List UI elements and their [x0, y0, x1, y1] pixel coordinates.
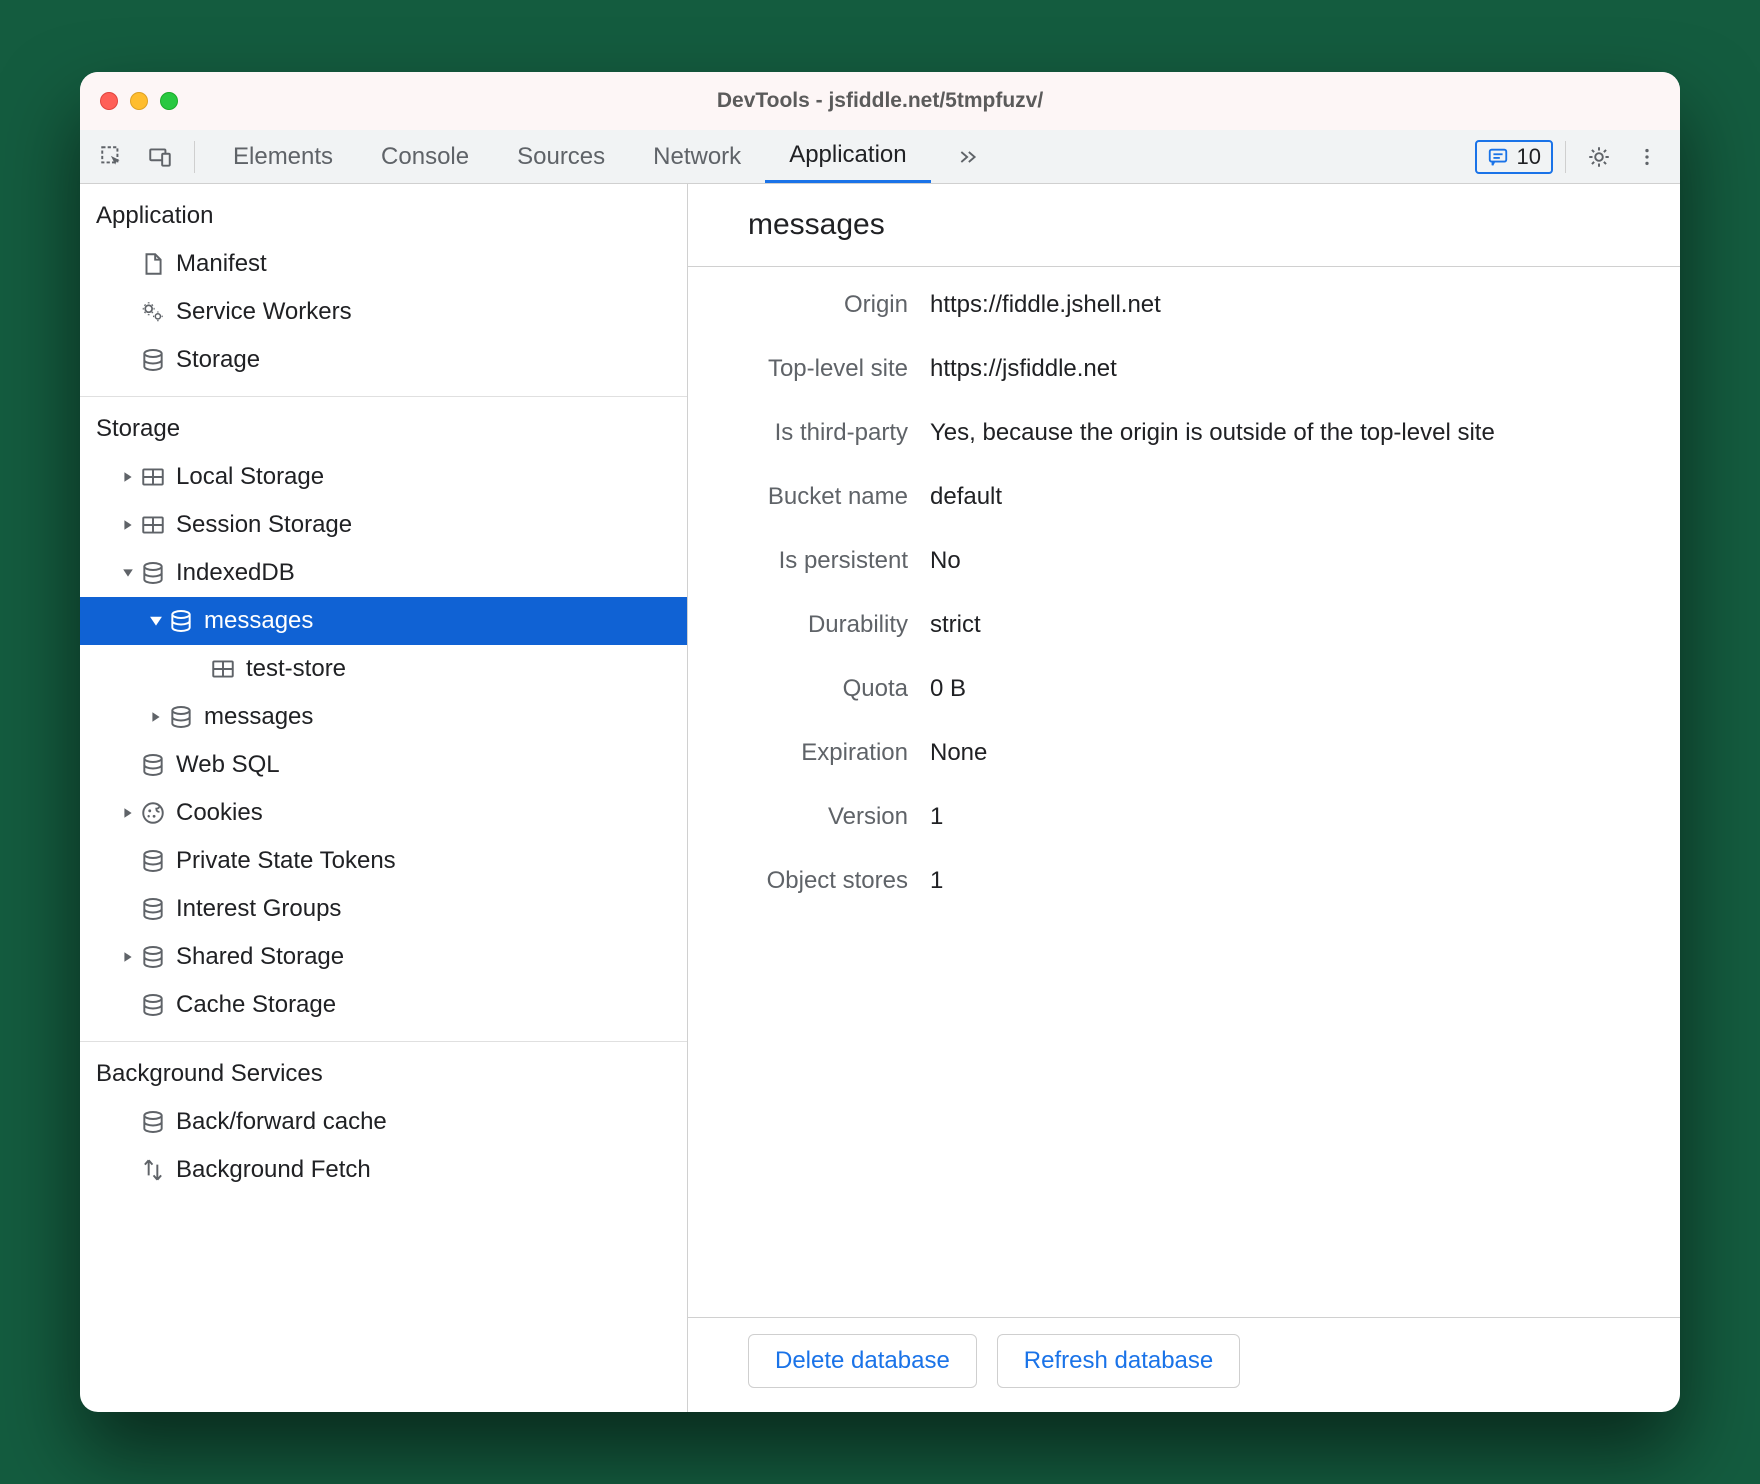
prop-top-level-site: Top-level site https://jsfiddle.net — [718, 355, 1650, 383]
prop-expiration: Expiration None — [718, 739, 1650, 767]
close-window[interactable] — [100, 92, 118, 110]
tab-network[interactable]: Network — [629, 130, 765, 183]
minimize-window[interactable] — [130, 92, 148, 110]
maximize-window[interactable] — [160, 92, 178, 110]
chevron-right-icon — [120, 805, 136, 821]
prop-durability: Durability strict — [718, 611, 1650, 639]
prop-is-persistent: Is persistent No — [718, 547, 1650, 575]
inspect-element-button[interactable] — [92, 138, 132, 176]
issues-button[interactable]: 10 — [1475, 140, 1553, 174]
panel-tabs: Elements Console Sources Network Applica… — [209, 130, 1005, 183]
toolbar: Elements Console Sources Network Applica… — [80, 130, 1680, 184]
sidebar-group-storage: Storage Local Storage Session Storage In… — [80, 409, 687, 1042]
tab-overflow[interactable] — [931, 130, 1005, 183]
db-heading: messages — [688, 184, 1680, 267]
sidebar-item-manifest[interactable]: Manifest — [80, 240, 687, 288]
tab-elements[interactable]: Elements — [209, 130, 357, 183]
issues-count: 10 — [1517, 144, 1541, 170]
prop-third-party: Is third-party Yes, because the origin i… — [718, 419, 1650, 447]
window-controls — [100, 92, 178, 110]
devtools-window: DevTools - jsfiddle.net/5tmpfuzv/ Elemen… — [80, 72, 1680, 1412]
settings-button[interactable] — [1578, 136, 1620, 178]
separator — [194, 141, 195, 173]
chevron-right-icon — [120, 517, 136, 533]
sidebar-item-web-sql[interactable]: Web SQL — [80, 741, 687, 789]
group-title-application: Application — [80, 196, 687, 240]
sidebar-item-db-messages[interactable]: messages — [80, 693, 687, 741]
prop-origin: Origin https://fiddle.jshell.net — [718, 291, 1650, 319]
device-toolbar-button[interactable] — [140, 138, 180, 176]
sidebar-item-session-storage[interactable]: Session Storage — [80, 501, 687, 549]
content-area: Application Manifest Service Workers Sto… — [80, 184, 1680, 1412]
sidebar-item-shared-storage[interactable]: Shared Storage — [80, 933, 687, 981]
group-title-storage: Storage — [80, 409, 687, 453]
prop-version: Version 1 — [718, 803, 1650, 831]
main-panel: messages Origin https://fiddle.jshell.ne… — [688, 184, 1680, 1412]
titlebar: DevTools - jsfiddle.net/5tmpfuzv/ — [80, 72, 1680, 130]
prop-quota: Quota 0 B — [718, 675, 1650, 703]
prop-bucket-name: Bucket name default — [718, 483, 1650, 511]
application-sidebar: Application Manifest Service Workers Sto… — [80, 184, 688, 1412]
sidebar-item-storage[interactable]: Storage — [80, 336, 687, 384]
db-actions: Delete database Refresh database — [688, 1317, 1680, 1412]
chevron-right-icon — [120, 469, 136, 485]
sidebar-item-cookies[interactable]: Cookies — [80, 789, 687, 837]
chevron-down-icon — [120, 565, 136, 581]
sidebar-item-interest-groups[interactable]: Interest Groups — [80, 885, 687, 933]
delete-database-button[interactable]: Delete database — [748, 1334, 977, 1388]
tab-application[interactable]: Application — [765, 130, 930, 183]
refresh-database-button[interactable]: Refresh database — [997, 1334, 1240, 1388]
sidebar-item-indexeddb[interactable]: IndexedDB — [80, 549, 687, 597]
sidebar-group-background-services: Background Services Back/forward cache B… — [80, 1054, 687, 1206]
sidebar-item-background-fetch[interactable]: Background Fetch — [80, 1146, 687, 1194]
sidebar-item-service-workers[interactable]: Service Workers — [80, 288, 687, 336]
chevron-down-icon — [148, 613, 164, 629]
sidebar-item-db-messages-selected[interactable]: messages — [80, 597, 687, 645]
sidebar-item-private-state-tokens[interactable]: Private State Tokens — [80, 837, 687, 885]
more-button[interactable] — [1626, 136, 1668, 178]
sidebar-item-bf-cache[interactable]: Back/forward cache — [80, 1098, 687, 1146]
tab-console[interactable]: Console — [357, 130, 493, 183]
window-title: DevTools - jsfiddle.net/5tmpfuzv/ — [80, 89, 1680, 113]
db-properties: Origin https://fiddle.jshell.net Top-lev… — [688, 267, 1680, 1317]
chevron-right-icon — [148, 709, 164, 725]
group-title-background: Background Services — [80, 1054, 687, 1098]
separator — [1565, 141, 1566, 173]
sidebar-item-cache-storage[interactable]: Cache Storage — [80, 981, 687, 1029]
sidebar-group-application: Application Manifest Service Workers Sto… — [80, 196, 687, 397]
sidebar-item-local-storage[interactable]: Local Storage — [80, 453, 687, 501]
tab-sources[interactable]: Sources — [493, 130, 629, 183]
prop-object-stores: Object stores 1 — [718, 867, 1650, 895]
chevron-right-icon — [120, 949, 136, 965]
sidebar-item-objectstore-test-store[interactable]: test-store — [80, 645, 687, 693]
